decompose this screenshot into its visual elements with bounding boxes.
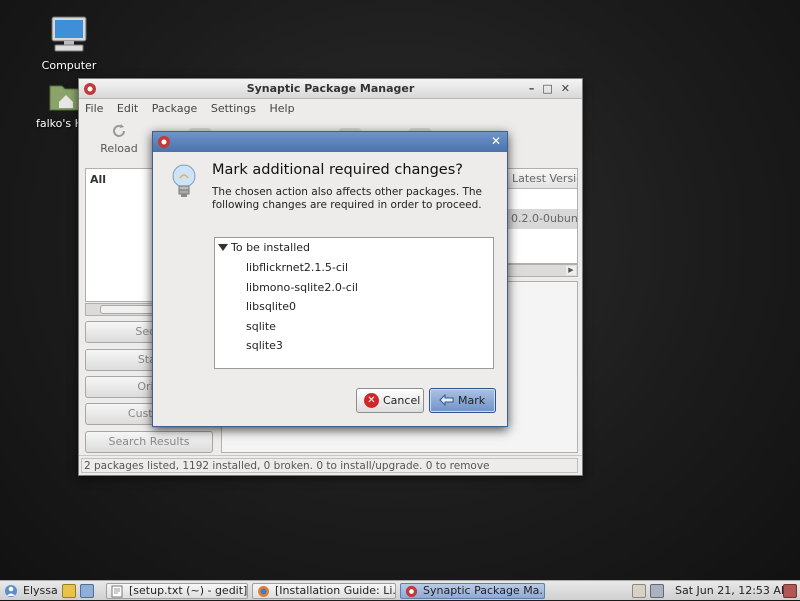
search-results-button[interactable]: Search Results <box>85 431 213 453</box>
list-item[interactable]: libmono-sqlite2.0-cil <box>246 281 358 295</box>
column-latest-version[interactable]: Latest Versio <box>507 169 577 189</box>
menu-settings[interactable]: Settings <box>211 102 256 115</box>
synaptic-app-icon <box>405 585 418 598</box>
menu-file[interactable]: File <box>85 102 103 115</box>
window-title: Synaptic Package Manager <box>246 82 415 95</box>
mark-icon <box>439 394 454 407</box>
task-label: [Installation Guide: Li... <box>275 584 396 597</box>
maximize-icon[interactable]: □ <box>542 82 560 95</box>
dialog-body: The chosen action also affects other pac… <box>212 186 483 211</box>
list-item[interactable]: libflickrnet2.1.5-cil <box>246 261 348 275</box>
dialog-heading: Mark additional required changes? <box>212 162 463 178</box>
cancel-icon: ✕ <box>364 393 379 408</box>
menu-package[interactable]: Package <box>152 102 198 115</box>
tree-group-label: To be installed <box>231 241 310 254</box>
taskbar-user[interactable]: Elyssa <box>23 581 58 601</box>
reload-icon <box>113 124 125 137</box>
task-label: [setup.txt (~) - gedit] <box>129 584 248 597</box>
close-icon[interactable]: ✕ <box>561 82 578 95</box>
window-titlebar[interactable]: Synaptic Package Manager –□✕ <box>79 79 582 99</box>
table-row[interactable]: 0.2.0-0ubunt <box>507 209 577 229</box>
tree-group-to-be-installed[interactable]: To be installed <box>217 241 310 255</box>
synaptic-app-icon <box>158 136 170 148</box>
lightbulb-icon <box>172 164 196 197</box>
user-icon <box>5 585 17 597</box>
scroll-right-icon[interactable]: ▶ <box>566 266 576 275</box>
network-icon[interactable] <box>650 584 664 598</box>
dialog-titlebar[interactable]: ✕ <box>153 132 507 152</box>
taskbar: Elyssa [setup.txt (~) - gedit] [Installa… <box>0 580 800 600</box>
mark-label: Mark <box>458 394 486 407</box>
desktop-icon-computer[interactable]: Computer <box>29 16 109 72</box>
menu-edit[interactable]: Edit <box>117 102 138 115</box>
reload-button[interactable]: Reload <box>99 123 139 155</box>
taskbar-task-browser[interactable]: [Installation Guide: Li... <box>252 583 396 599</box>
power-icon[interactable] <box>783 584 797 598</box>
list-item[interactable]: sqlite3 <box>246 339 283 353</box>
list-item[interactable]: libsqlite0 <box>246 300 296 314</box>
taskbar-clock[interactable]: Sat Jun 21, 12:53 AM <box>675 581 790 601</box>
computer-icon <box>51 16 87 52</box>
menu-help[interactable]: Help <box>269 102 294 115</box>
taskbar-task-synaptic[interactable]: Synaptic Package Ma... <box>400 583 545 599</box>
task-label: Synaptic Package Ma... <box>423 584 545 597</box>
minimize-icon[interactable]: – <box>529 82 543 95</box>
mark-button[interactable]: Mark <box>429 388 496 413</box>
window-controls[interactable]: –□✕ <box>529 79 578 99</box>
list-item[interactable]: sqlite <box>246 320 276 334</box>
workspace-icon[interactable] <box>80 584 94 598</box>
changes-tree[interactable]: To be installed libflickrnet2.1.5-cil li… <box>214 237 494 369</box>
close-icon[interactable]: ✕ <box>491 134 501 148</box>
update-notifier-icon[interactable] <box>632 584 646 598</box>
notes-icon[interactable] <box>62 584 76 598</box>
firefox-icon <box>258 586 269 597</box>
expander-down-icon[interactable] <box>218 244 228 251</box>
scroll-thumb[interactable] <box>100 305 160 314</box>
cancel-label: Cancel <box>383 394 421 407</box>
statusbar: 2 packages listed, 1192 installed, 0 bro… <box>79 455 582 475</box>
reload-label: Reload <box>100 142 138 155</box>
menubar: File Edit Package Settings Help <box>79 99 582 118</box>
synaptic-app-icon <box>84 83 96 95</box>
text-editor-icon <box>111 585 123 598</box>
desktop-icon-label: Computer <box>41 59 97 72</box>
status-text: 2 packages listed, 1192 installed, 0 bro… <box>81 458 578 473</box>
cancel-button[interactable]: ✕ Cancel <box>356 388 424 413</box>
taskbar-task-gedit[interactable]: [setup.txt (~) - gedit] <box>106 583 248 599</box>
mark-changes-dialog: ✕ Mark additional required changes? The … <box>152 131 508 427</box>
